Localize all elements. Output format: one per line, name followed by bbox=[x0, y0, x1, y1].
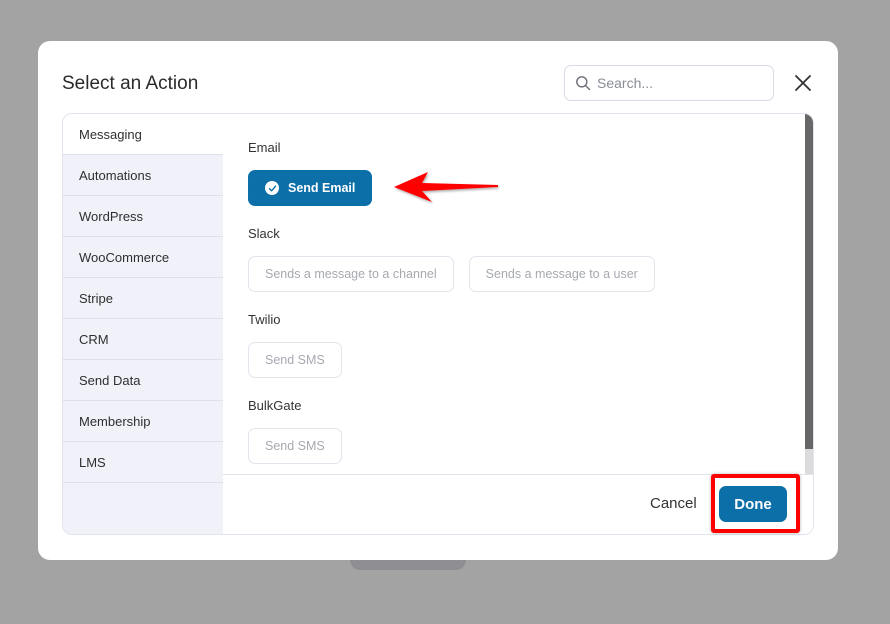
action-panel: Messaging Automations WordPress WooCommerce… bbox=[62, 113, 814, 535]
search-box[interactable] bbox=[564, 65, 774, 101]
action-option[interactable]: Send SMS bbox=[248, 342, 342, 378]
action-option-label: Send SMS bbox=[265, 439, 325, 453]
category-sidebar: Messaging Automations WordPress WooCommerce… bbox=[63, 114, 223, 534]
action-option[interactable]: Send Email bbox=[248, 170, 373, 206]
sidebar-item-woocommerce[interactable]: WooCommerce bbox=[63, 237, 223, 278]
action-row: Send SMS bbox=[248, 342, 805, 378]
scrollbar-thumb[interactable] bbox=[805, 114, 813, 449]
sidebar-item-crm[interactable]: CRM bbox=[63, 319, 223, 360]
group-label-twilio: Twilio bbox=[248, 312, 281, 327]
sidebar-item-membership[interactable]: Membership bbox=[63, 401, 223, 442]
action-option-label: Send SMS bbox=[265, 353, 325, 367]
action-row: Send Email bbox=[248, 170, 805, 206]
scrollbar[interactable] bbox=[805, 114, 813, 474]
sidebar-item-messaging[interactable]: Messaging bbox=[63, 114, 223, 155]
group-label-slack: Slack bbox=[248, 226, 280, 241]
done-button[interactable]: Done bbox=[719, 486, 787, 522]
action-row: Send SMS bbox=[248, 428, 805, 464]
select-action-modal: Select an Action MessagingAutomationsWor… bbox=[38, 41, 838, 560]
action-row: Sends a message to a channel Sends a mess… bbox=[248, 256, 805, 292]
sidebar-item-lms[interactable]: LMS bbox=[63, 442, 223, 483]
modal-title: Select an Action bbox=[62, 73, 199, 94]
sidebar-item-send-data[interactable]: Send Data bbox=[63, 360, 223, 401]
action-option[interactable]: Sends a message to a user bbox=[468, 256, 655, 292]
action-option-label: Sends a message to a user bbox=[485, 267, 638, 281]
action-option-label: Sends a message to a channel bbox=[265, 267, 437, 281]
check-circle-icon bbox=[265, 181, 279, 195]
close-button[interactable] bbox=[792, 72, 814, 94]
group-label-email: Email bbox=[248, 140, 281, 155]
sidebar-item-automations[interactable]: Automations bbox=[63, 155, 223, 196]
sidebar-item-stripe[interactable]: Stripe bbox=[63, 278, 223, 319]
group-label-bulkgate: BulkGate bbox=[248, 398, 302, 413]
modal-footer: Cancel Done bbox=[223, 474, 813, 534]
search-input[interactable] bbox=[597, 75, 757, 91]
actions-list: Email Send Email Slack Sends a message to a… bbox=[223, 114, 805, 474]
action-option[interactable]: Send SMS bbox=[248, 428, 342, 464]
sidebar-item-wordpress[interactable]: WordPress bbox=[63, 196, 223, 237]
action-option[interactable]: Sends a message to a channel bbox=[248, 256, 454, 292]
close-icon bbox=[795, 75, 811, 91]
search-icon bbox=[576, 76, 591, 91]
action-option-label: Send Email bbox=[288, 181, 356, 195]
cancel-button[interactable]: Cancel bbox=[650, 495, 697, 512]
